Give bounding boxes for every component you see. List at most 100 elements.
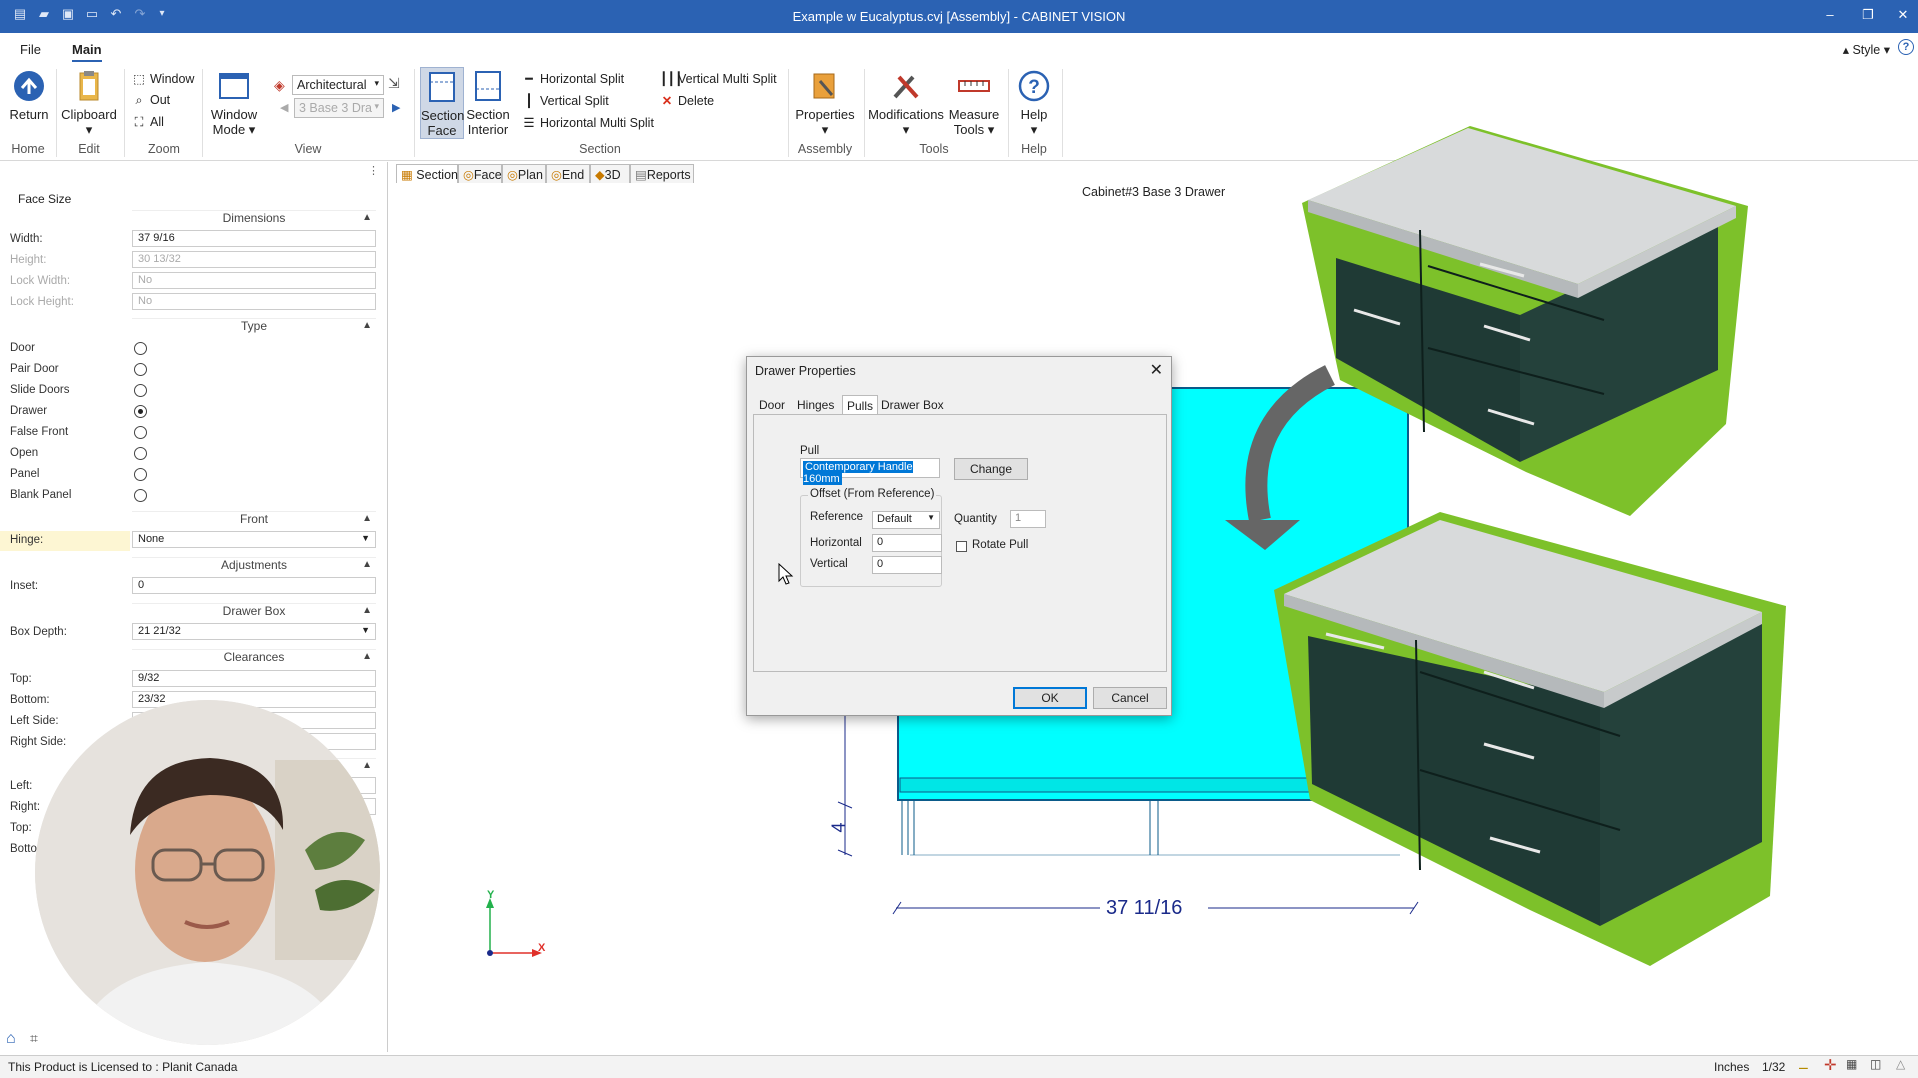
home-icon[interactable]: ⌂ [6,1030,16,1048]
ruler-icon [957,69,991,103]
panel-options-icon[interactable]: ⋮ [368,164,379,177]
type-panel-radio[interactable] [134,468,147,481]
tab-main[interactable]: Main [72,42,102,62]
style-menu[interactable]: ▴ Style ▾ [1843,42,1890,57]
tab-end[interactable]: ◎End [546,164,590,184]
tab-reports[interactable]: ▤Reports [630,164,694,184]
section-adjustments[interactable]: Adjustments ▲ [132,557,376,577]
type-open-radio[interactable] [134,447,147,460]
type-false-front-radio[interactable] [134,426,147,439]
type-pair-door-radio[interactable] [134,363,147,376]
mouse-cursor-icon [778,563,794,585]
quantity-field[interactable]: 1 [1010,510,1046,528]
units-text[interactable]: Inches [1714,1060,1749,1074]
section-front[interactable]: Front ▲ [132,511,376,531]
warning-icon[interactable]: △ [1896,1057,1905,1071]
type-door-radio[interactable] [134,342,147,355]
type-slide-doors-radio[interactable] [134,384,147,397]
layout-icon[interactable]: ◫ [1870,1057,1881,1071]
tab-file[interactable]: File [20,42,41,57]
tab-hinges[interactable]: Hinges [793,395,838,416]
tree-icon[interactable]: ⌗ [30,1030,38,1047]
vertical-field[interactable]: 0 [872,556,942,574]
zoom-window-button[interactable]: ⬚ Window [132,71,194,86]
vertical-split-button[interactable]: ┃ Vertical Split [522,93,609,108]
section-face-button[interactable]: Section Face [420,67,464,139]
window-mode-button[interactable]: Window Mode ▾ [206,69,262,137]
horizontal-field[interactable]: 0 [872,534,942,552]
box-depth-dropdown[interactable]: 21 21/32 ▼ [132,623,376,640]
collapse-icon: ▲ [362,320,372,331]
clipboard-button[interactable]: Clipboard ▾ [60,69,118,137]
left-side-label: Left Side: [10,715,59,727]
delete-button[interactable]: ✕ Delete [660,93,714,108]
box-depth-label: Box Depth: [10,626,67,638]
ok-button[interactable]: OK [1013,687,1087,709]
vertical-multi-split-button[interactable]: ┃┃┃Vertical Multi Split [660,71,777,86]
dropdown-arrow-icon: ▼ [927,513,935,522]
section-dimensions[interactable]: Dimensions ▲ [132,210,376,230]
snap-icon[interactable]: ⚊ [1798,1058,1809,1072]
tab-pulls[interactable]: Pulls [842,395,879,416]
collapse-icon: ▲ [362,559,372,570]
cancel-button[interactable]: Cancel [1093,687,1167,709]
previous-cabinet-icon[interactable]: ◀ [280,101,288,114]
lock-height-field[interactable]: No [132,293,376,310]
return-button[interactable]: Return [8,69,50,122]
zoom-out-button[interactable]: ⌕ Out [132,93,170,108]
help-circle-icon[interactable]: ? [1898,39,1914,55]
status-bar: This Product is Licensed to : Planit Can… [0,1055,1918,1078]
next-cabinet-icon[interactable]: ▶ [392,101,400,114]
tab-door[interactable]: Door [755,395,789,416]
top-clearance-field[interactable]: 9/32 [132,670,376,687]
hinge-dropdown[interactable]: None ▼ [132,531,376,548]
zoom-all-button[interactable]: ⛶ All [132,115,164,130]
crosshair-icon[interactable]: ✛ [1824,1056,1837,1074]
return-arrow-icon [12,69,46,103]
modifications-button[interactable]: Modifications ▾ [868,69,944,137]
right-side-label: Right Side: [10,736,67,748]
pull-field[interactable]: Contemporary Handle 160mm [800,458,940,485]
lock-width-field[interactable]: No [132,272,376,289]
section-clearances[interactable]: Clearances ▲ [132,649,376,669]
view-settings-icon[interactable]: ⇲ [388,75,400,92]
reference-dropdown[interactable]: Default ▼ [872,511,940,529]
restore-button[interactable]: ❐ [1853,6,1883,24]
tab-drawer-box[interactable]: Drawer Box [877,395,948,416]
height-field[interactable]: 30 13/32 [132,251,376,268]
change-button[interactable]: Change [954,458,1028,480]
horizontal-multi-split-button[interactable]: ☰ Horizontal Multi Split [522,115,654,130]
properties-button[interactable]: Properties ▾ [792,69,858,137]
measure-tools-button[interactable]: Measure Tools ▾ [946,69,1002,137]
precision-text[interactable]: 1/32 [1762,1060,1785,1074]
properties-icon [808,69,842,103]
reports-tab-icon: ▤ [635,168,647,182]
tab-face[interactable]: ◎Face [458,164,502,184]
horizontal-split-button[interactable]: ━ Horizontal Split [522,71,624,86]
grid-icon[interactable]: ▦ [1846,1057,1857,1071]
rotate-pull-checkbox[interactable] [956,541,967,552]
tab-section[interactable]: ▦ Section [396,164,458,184]
tab-plan[interactable]: ◎Plan [502,164,546,184]
face-tab-icon: ◎ [463,168,474,182]
view-style-combo[interactable]: Architectural ▾ [292,75,384,95]
tab-3d[interactable]: ◆3D [590,164,630,184]
section-type[interactable]: Type ▲ [132,318,376,338]
type-drawer-radio[interactable] [134,405,147,418]
dropdown-arrow-icon: ▼ [361,533,370,543]
type-panel-label: Panel [10,468,40,480]
cabinet-selector-combo[interactable]: 3 Base 3 Dra ▾ [294,98,384,118]
dialog-close-icon[interactable]: ✕ [1150,360,1163,380]
width-field[interactable]: 37 9/16 [132,230,376,247]
help-button[interactable]: ? Help ▾ [1012,69,1056,137]
type-pair-door-label: Pair Door [10,363,59,375]
section-interior-button[interactable]: Section Interior [466,69,510,137]
close-window-button[interactable]: ✕ [1888,6,1918,24]
inset-field[interactable]: 0 [132,577,376,594]
type-blank-panel-radio[interactable] [134,489,147,502]
minimize-button[interactable]: – [1815,6,1845,24]
section-drawer-box[interactable]: Drawer Box ▲ [132,603,376,623]
height-dimension-text: 4 [828,822,849,833]
collapse-icon: ▲ [362,651,372,662]
type-open-label: Open [10,447,39,459]
